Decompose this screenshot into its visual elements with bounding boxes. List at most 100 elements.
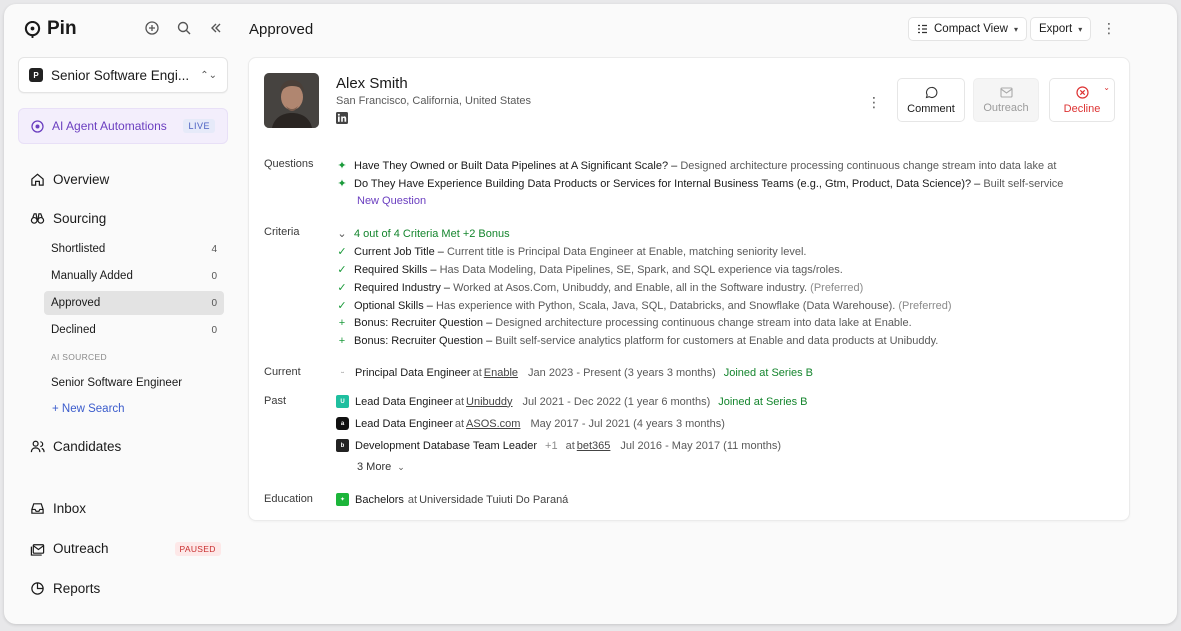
- nav-inbox[interactable]: Inbox: [30, 501, 86, 516]
- role-title: Lead Data Engineer: [355, 417, 453, 430]
- nav-sourcing[interactable]: Sourcing: [30, 211, 106, 226]
- project-selector[interactable]: P Senior Software Engi... ⌃⌄: [18, 57, 228, 93]
- pin-logo-icon: [24, 20, 41, 38]
- outreach-button[interactable]: Outreach: [973, 78, 1039, 122]
- questions-label: Questions: [264, 158, 314, 170]
- role-title: Lead Data Engineer: [355, 395, 453, 408]
- at-text: at: [472, 366, 482, 379]
- check-icon: ✓: [337, 264, 347, 276]
- count-badge: 0: [211, 297, 217, 309]
- sidebar-item-approved[interactable]: Approved 0: [44, 291, 224, 315]
- question-text: Have They Owned or Built Data Pipelines …: [354, 159, 678, 172]
- bet365-logo-icon: b: [336, 439, 349, 452]
- sparkle-icon: ✦: [337, 160, 347, 172]
- show-more-roles[interactable]: 3 More ⌄: [357, 461, 405, 473]
- candidate-location: San Francisco, California, United States: [336, 95, 532, 107]
- asos-logo-icon: a: [336, 417, 349, 430]
- avatar: [264, 73, 319, 128]
- sidebar-item-shortlisted[interactable]: Shortlisted 4: [44, 237, 224, 261]
- chevron-down-icon: ⌄: [397, 461, 405, 472]
- criteria-text: Has Data Modeling, Data Pipelines, SE, S…: [439, 263, 843, 276]
- pie-chart-icon: [31, 582, 44, 595]
- candidate-card: Alex Smith San Francisco, California, Un…: [248, 57, 1130, 521]
- role-dates: Jul 2016 - May 2017 (11 months): [620, 439, 782, 452]
- criteria-summary[interactable]: ⌄ 4 out of 4 Criteria Met +2 Bonus: [336, 227, 509, 241]
- criteria-row: ✓ Current Job Title – Current title is P…: [336, 245, 806, 259]
- criteria-title: Optional Skills –: [354, 299, 433, 312]
- enable-logo-icon: ◦◦: [336, 366, 349, 379]
- new-search-link[interactable]: + New Search: [52, 403, 125, 415]
- company-link[interactable]: Unibuddy: [466, 396, 512, 408]
- more-label: 3 More: [357, 461, 392, 473]
- candidate-more-icon[interactable]: ⋮: [867, 94, 881, 111]
- criteria-text: Has experience with Python, Scala, Java,…: [435, 299, 896, 312]
- at-text: at: [454, 417, 465, 430]
- brand-name: Pin: [47, 18, 77, 39]
- plus-icon: +: [338, 317, 346, 329]
- school-logo-icon: ✦: [336, 493, 349, 506]
- collapse-sidebar-icon[interactable]: [208, 20, 224, 36]
- plus-icon: +: [338, 335, 346, 347]
- decline-label: Decline: [1063, 102, 1101, 115]
- export-button[interactable]: Export ▾: [1030, 17, 1092, 41]
- sidebar-item-label: Approved: [51, 297, 101, 309]
- at-text: at: [407, 493, 418, 506]
- question-text: Do They Have Experience Building Data Pr…: [354, 177, 981, 190]
- list-view-icon: [918, 24, 927, 34]
- compact-view-button[interactable]: Compact View ▾: [908, 17, 1027, 41]
- answer-text: Built self-service: [983, 177, 1064, 190]
- search-icon[interactable]: [176, 20, 192, 36]
- sidebar-item-label: Manually Added: [51, 270, 133, 282]
- criteria-text: Worked at Asos.Com, Unibuddy, and Enable…: [453, 281, 808, 294]
- current-role-row: ◦◦ Principal Data Engineer at Enable Jan…: [336, 366, 813, 379]
- role-dates: Jul 2021 - Dec 2022 (1 year 6 months): [522, 395, 711, 408]
- sidebar-item-ai-search[interactable]: Senior Software Engineer: [44, 371, 224, 395]
- past-role-row: U Lead Data Engineer at Unibuddy Jul 202…: [336, 395, 808, 408]
- past-role-row: a Lead Data Engineer at ASOS.com May 201…: [336, 417, 725, 430]
- sidebar-item-manually-added[interactable]: Manually Added 0: [44, 264, 224, 288]
- criteria-title: Bonus: Recruiter Question –: [354, 317, 493, 329]
- company-link[interactable]: ASOS.com: [466, 418, 520, 430]
- education-label: Education: [264, 493, 313, 505]
- count-badge: 0: [211, 324, 217, 336]
- criteria-text: Built self-service analytics platform fo…: [495, 335, 939, 347]
- chevron-down-icon: ⌄: [337, 228, 347, 240]
- company-link[interactable]: Enable: [484, 367, 518, 379]
- comment-label: Comment: [907, 102, 955, 115]
- ai-agent-automations[interactable]: AI Agent Automations LIVE: [18, 108, 228, 144]
- company-link[interactable]: bet365: [577, 440, 611, 452]
- linkedin-icon[interactable]: [336, 112, 348, 124]
- chevron-down-icon[interactable]: ⌄: [1103, 83, 1110, 92]
- role-title: Principal Data Engineer: [355, 366, 471, 379]
- more-options-icon[interactable]: ⋮: [1102, 20, 1116, 37]
- project-badge: P: [29, 68, 43, 82]
- nav-candidates[interactable]: Candidates: [30, 439, 121, 454]
- people-icon: [30, 440, 45, 453]
- question-row: ✦ Do They Have Experience Building Data …: [336, 177, 1064, 191]
- nav-reports-label: Reports: [53, 581, 101, 596]
- past-label: Past: [264, 395, 287, 407]
- comment-button[interactable]: Comment: [897, 78, 965, 122]
- nav-overview[interactable]: Overview: [30, 172, 109, 187]
- criteria-row: ✓ Optional Skills – Has experience with …: [336, 299, 951, 313]
- sidebar-item-label: Shortlisted: [51, 243, 106, 255]
- role-title: Development Database Team Leader: [355, 439, 538, 452]
- check-icon: ✓: [337, 246, 347, 258]
- answer-text: Designed architecture processing continu…: [680, 159, 1057, 172]
- binoculars-icon: [30, 213, 45, 224]
- at-text: at: [565, 439, 575, 452]
- new-question-label: New Question: [357, 195, 427, 207]
- chevron-down-icon: ▾: [1013, 24, 1018, 34]
- sidebar-item-declined[interactable]: Declined 0: [44, 318, 224, 342]
- extra-roles-count[interactable]: +1: [545, 440, 558, 452]
- criteria-row: + Bonus: Recruiter Question – Built self…: [336, 335, 939, 347]
- new-question-link[interactable]: New Question: [357, 195, 426, 207]
- decline-button[interactable]: Decline ⌄: [1049, 78, 1115, 122]
- brand[interactable]: Pin: [24, 18, 77, 40]
- past-role-row: b Development Database Team Leader +1 at…: [336, 439, 781, 452]
- add-icon[interactable]: [144, 20, 160, 36]
- criteria-row: ✓ Required Industry – Worked at Asos.Com…: [336, 281, 863, 295]
- nav-outreach[interactable]: Outreach PAUSED: [30, 541, 221, 556]
- app-window: Pin P Senior Software Engi... ⌃⌄ AI Agen…: [4, 4, 1177, 624]
- nav-reports[interactable]: Reports: [30, 581, 100, 596]
